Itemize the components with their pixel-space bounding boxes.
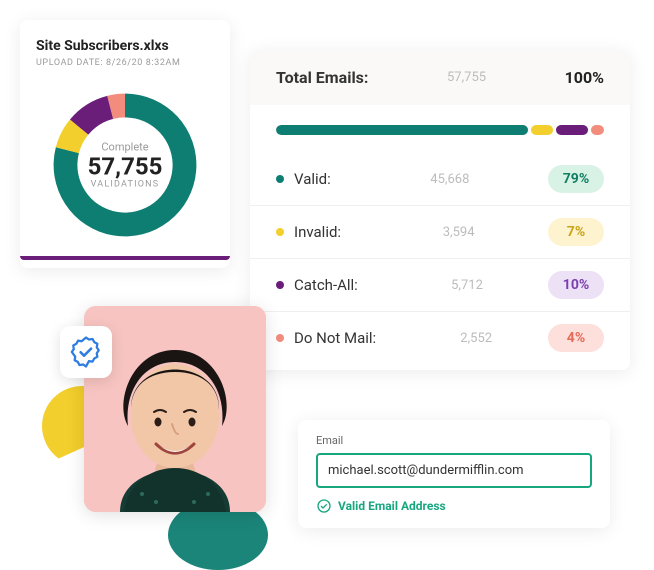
totals-row: Valid: 45,668 79% [250, 153, 630, 205]
row-percent-pill: 4% [548, 324, 604, 352]
email-validator-card: Email michael.scott@dundermifflin.com Va… [298, 420, 610, 528]
legend-dot-icon [276, 175, 284, 183]
row-percent-pill: 10% [548, 271, 604, 299]
totals-row: Do Not Mail: 2,552 4% [250, 311, 630, 364]
donut-validations-label: VALIDATIONS [88, 180, 163, 190]
check-circle-icon [316, 498, 332, 514]
validation-donut-chart: Complete 57,755 VALIDATIONS [40, 80, 210, 250]
email-valid-row: Valid Email Address [316, 498, 592, 514]
donut-center: Complete 57,755 VALIDATIONS [88, 140, 163, 189]
subscribers-card: Site Subscribers.xlxs UPLOAD DATE: 8/26/… [20, 20, 230, 268]
row-count: 2,552 [432, 331, 492, 346]
totals-label: Total Emails: [276, 68, 368, 87]
legend-dot-icon [276, 228, 284, 236]
subscribers-title: Site Subscribers.xlxs [36, 38, 214, 54]
legend-dot-icon [276, 334, 284, 342]
row-label: Do Not Mail: [294, 329, 376, 347]
verified-badge [60, 326, 112, 378]
subscribers-upload-meta: UPLOAD DATE: 8/26/20 8:32AM [36, 58, 214, 68]
row-count: 3,594 [415, 225, 475, 240]
bar-segment [556, 125, 588, 135]
totals-rows: Valid: 45,668 79% Invalid: 3,594 7% Catch-All:… [250, 153, 630, 364]
row-label: Invalid: [294, 223, 341, 241]
subscribers-card-accent [20, 256, 230, 260]
bar-segment [591, 125, 604, 135]
totals-header: Total Emails: 57,755 100% [250, 50, 630, 105]
email-input[interactable]: michael.scott@dundermifflin.com [316, 453, 592, 488]
email-field-label: Email [316, 434, 592, 447]
row-label: Catch-All: [294, 276, 358, 294]
bar-segment [531, 125, 553, 135]
row-count: 5,712 [423, 278, 483, 293]
row-count: 45,668 [409, 172, 469, 187]
totals-row: Catch-All: 5,712 10% [250, 258, 630, 311]
row-percent-pill: 79% [548, 165, 604, 193]
email-valid-message: Valid Email Address [338, 499, 446, 513]
row-percent-pill: 7% [548, 218, 604, 246]
totals-stacked-bar [276, 125, 604, 135]
donut-count: 57,755 [88, 153, 163, 179]
totals-count: 57,755 [447, 70, 486, 85]
bar-segment [276, 125, 528, 135]
totals-row: Invalid: 3,594 7% [250, 205, 630, 258]
totals-percent: 100% [565, 68, 604, 87]
legend-dot-icon [276, 281, 284, 289]
row-label: Valid: [294, 170, 331, 188]
verified-seal-icon [69, 335, 103, 369]
totals-card: Total Emails: 57,755 100% Valid: 45,668 79… [250, 50, 630, 370]
